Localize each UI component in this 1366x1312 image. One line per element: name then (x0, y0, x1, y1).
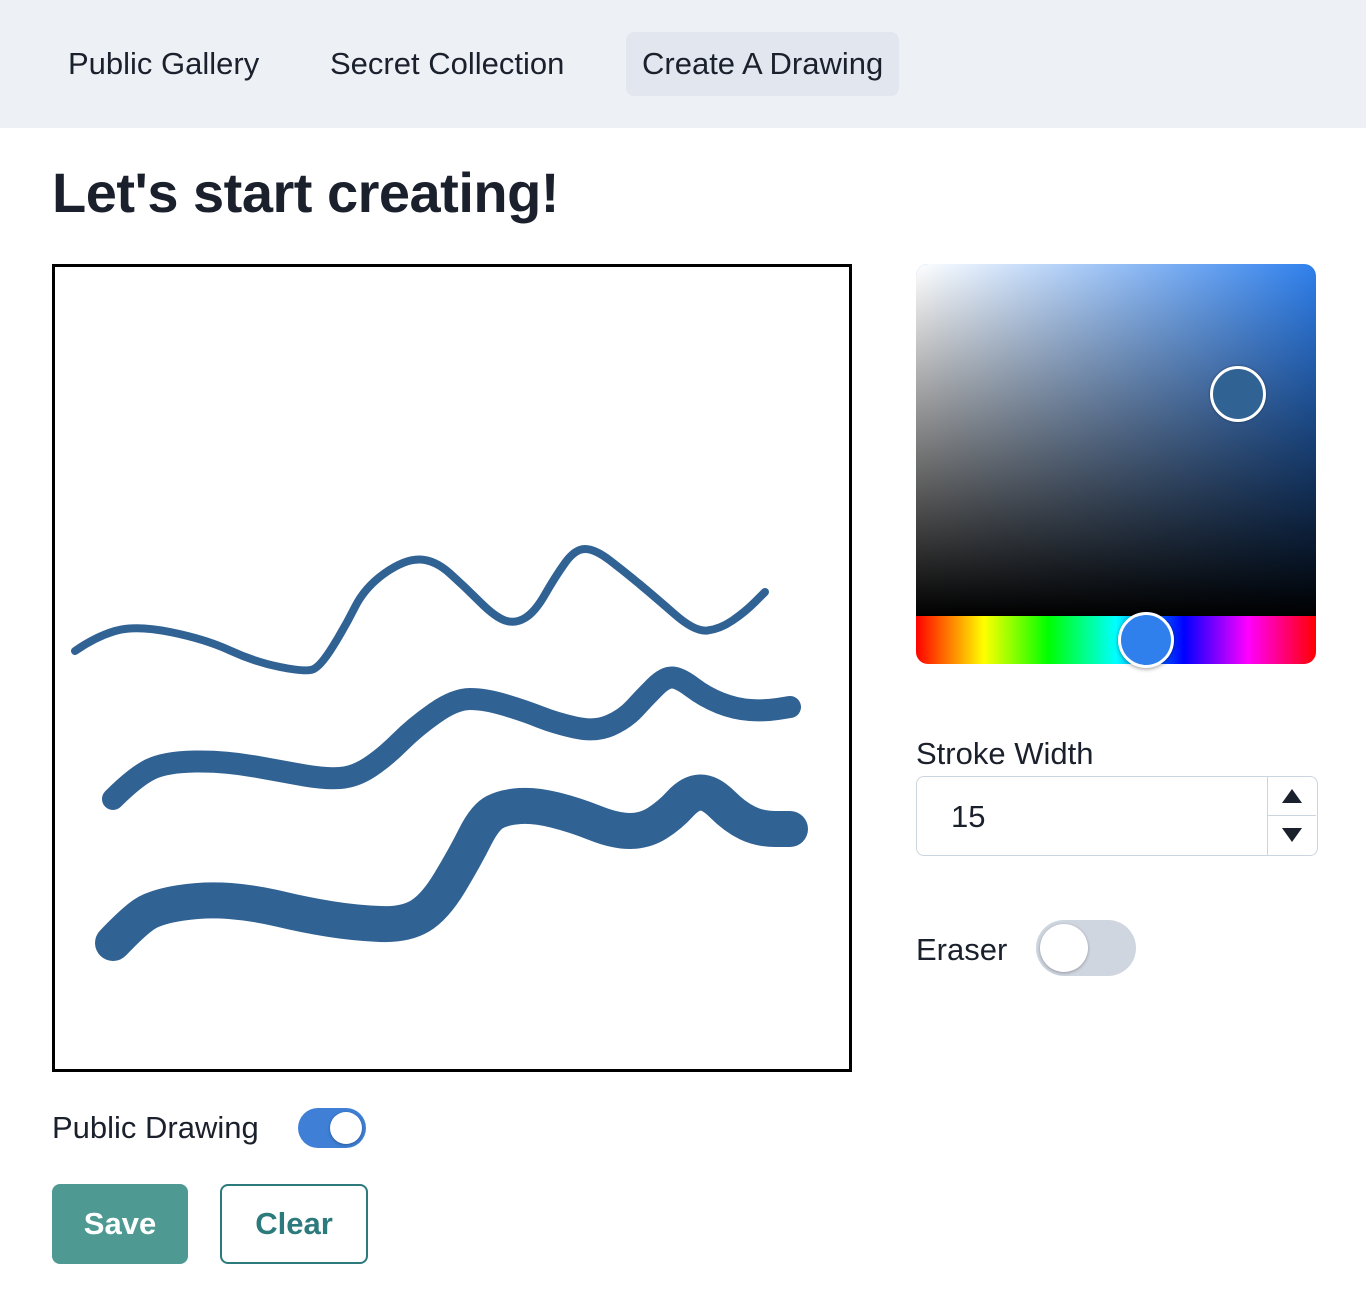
decrement-button[interactable] (1268, 816, 1316, 855)
hue-slider[interactable] (916, 616, 1316, 664)
public-drawing-toggle[interactable] (298, 1108, 366, 1148)
public-drawing-label: Public Drawing (52, 1110, 259, 1145)
toggle-knob (1040, 924, 1088, 972)
eraser-label: Eraser (916, 932, 1008, 967)
drawing-canvas-svg[interactable] (55, 267, 849, 1069)
saturation-black-layer (916, 264, 1316, 616)
nav-secret-collection[interactable]: Secret Collection (314, 32, 580, 96)
toggle-knob (330, 1112, 362, 1144)
triangle-down-icon (1282, 828, 1302, 842)
saturation-area[interactable] (916, 264, 1316, 616)
hue-handle[interactable] (1118, 612, 1174, 668)
nav-public-gallery[interactable]: Public Gallery (52, 32, 275, 96)
top-nav: Public Gallery Secret Collection Create … (0, 0, 1366, 128)
saturation-handle[interactable] (1210, 366, 1266, 422)
drawn-stroke-3 (95, 774, 808, 961)
save-button[interactable]: Save (52, 1184, 188, 1264)
eraser-toggle[interactable] (1036, 920, 1136, 976)
drawn-stroke-1 (71, 545, 769, 675)
increment-button[interactable] (1268, 777, 1316, 816)
color-picker (916, 264, 1316, 664)
triangle-up-icon (1282, 789, 1302, 803)
drawing-canvas[interactable] (52, 264, 852, 1072)
stroke-width-label: Stroke Width (916, 736, 1094, 771)
public-drawing-row: Public Drawing (52, 1104, 392, 1152)
clear-button[interactable]: Clear (220, 1184, 368, 1264)
stroke-width-stepper (1267, 777, 1317, 855)
stroke-width-input[interactable]: 15 (916, 776, 1318, 856)
page-title: Let's start creating! (52, 161, 559, 224)
stroke-width-value[interactable]: 15 (951, 777, 985, 857)
nav-create-drawing[interactable]: Create A Drawing (626, 32, 900, 96)
